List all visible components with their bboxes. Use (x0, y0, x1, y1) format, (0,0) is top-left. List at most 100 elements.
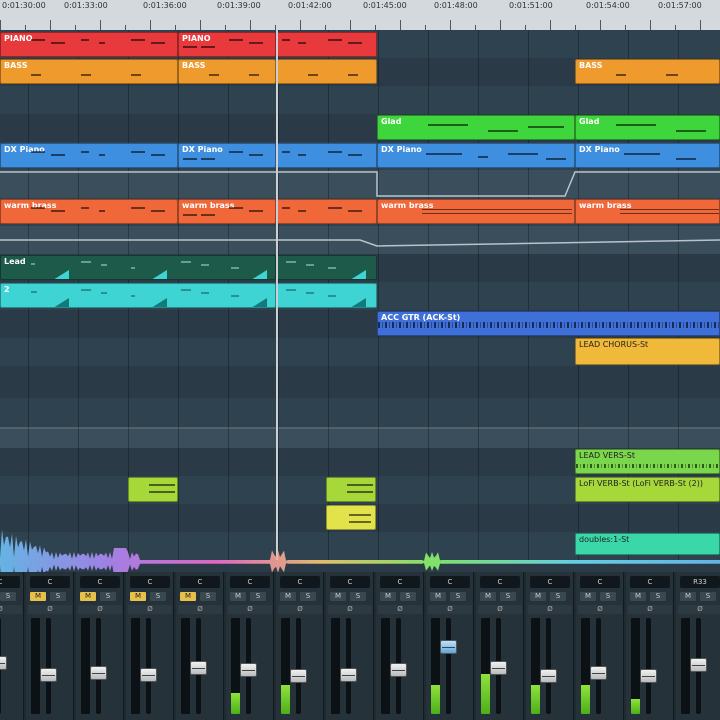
midi-clip-lead-2[interactable]: 2 (0, 283, 276, 308)
mute-button[interactable]: M (430, 592, 446, 601)
mute-button[interactable]: M (30, 592, 46, 601)
mixer-channel-strip[interactable]: CMSØ (526, 572, 574, 720)
midi-clip-warm-brass[interactable] (277, 199, 377, 224)
mixer-channel-strip[interactable]: CMSØ (426, 572, 474, 720)
volume-fader[interactable] (240, 663, 257, 677)
mute-button[interactable]: M (480, 592, 496, 601)
pan-knob[interactable]: C (30, 576, 70, 588)
phase-button[interactable]: Ø (378, 605, 422, 614)
solo-button[interactable]: S (450, 592, 466, 601)
mixer-channel-strip[interactable]: CMSØ (626, 572, 674, 720)
phase-button[interactable]: Ø (578, 605, 622, 614)
volume-fader[interactable] (640, 669, 657, 683)
pan-knob[interactable]: C (580, 576, 620, 588)
volume-fader[interactable] (0, 656, 7, 670)
phase-button[interactable]: Ø (528, 605, 572, 614)
mute-button[interactable]: M (680, 592, 696, 601)
audio-clip-doubles[interactable]: doubles:1-St (575, 533, 720, 555)
mute-button[interactable]: M (80, 592, 96, 601)
mixer-channel-strip[interactable]: CMSØ (276, 572, 324, 720)
phase-button[interactable]: Ø (178, 605, 222, 614)
volume-fader[interactable] (340, 668, 357, 682)
solo-button[interactable]: S (500, 592, 516, 601)
audio-clip-lead-chorus[interactable]: LEAD CHORUS-St (575, 338, 720, 365)
pan-knob[interactable]: C (530, 576, 570, 588)
volume-fader[interactable] (40, 668, 57, 682)
midi-clip-piano[interactable]: PIANO (0, 32, 178, 57)
mute-button[interactable]: M (230, 592, 246, 601)
solo-button[interactable]: S (600, 592, 616, 601)
mute-button[interactable]: M (330, 592, 346, 601)
midi-clip-glad[interactable]: Glad (575, 115, 720, 140)
solo-button[interactable]: S (250, 592, 266, 601)
mixer-channel-strip[interactable]: CMSØ (476, 572, 524, 720)
midi-clip-lead[interactable] (277, 255, 377, 280)
mixer-channel-strip[interactable]: CMSØ (176, 572, 224, 720)
volume-fader[interactable] (490, 661, 507, 675)
mute-button[interactable]: M (380, 592, 396, 601)
solo-button[interactable]: S (550, 592, 566, 601)
pan-knob[interactable]: C (0, 576, 20, 588)
automation-curve[interactable] (0, 170, 720, 198)
pan-knob[interactable]: C (380, 576, 420, 588)
midi-clip-dx-piano[interactable]: DX Piano (178, 143, 276, 168)
timeline-ruler[interactable]: 0:01:30:00 0:01:33:00 0:01:36:00 0:01:39… (0, 0, 720, 31)
volume-fader[interactable] (140, 668, 157, 682)
solo-button[interactable]: S (200, 592, 216, 601)
mixer-channel-strip[interactable]: CMSØ (76, 572, 124, 720)
pan-knob[interactable]: C (330, 576, 370, 588)
pan-knob[interactable]: C (480, 576, 520, 588)
audio-clip-small[interactable] (326, 477, 376, 502)
mute-button[interactable]: M (280, 592, 296, 601)
midi-clip-bass[interactable]: BASS (178, 59, 276, 84)
midi-clip-glad[interactable]: Glad (377, 115, 575, 140)
volume-fader[interactable] (590, 666, 607, 680)
automation-curve[interactable] (0, 226, 720, 254)
mute-button[interactable]: M (530, 592, 546, 601)
solo-button[interactable]: S (300, 592, 316, 601)
phase-button[interactable]: Ø (328, 605, 372, 614)
solo-button[interactable]: S (650, 592, 666, 601)
midi-clip-piano[interactable] (277, 32, 377, 57)
midi-clip-lead-2[interactable] (277, 283, 377, 308)
mixer-channel-strip[interactable]: R33 M S Ø (676, 572, 720, 720)
midi-clip-dx-piano[interactable]: DX Piano (0, 143, 178, 168)
mixer-channel-strip[interactable]: CMSØ (326, 572, 374, 720)
phase-button[interactable]: Ø (0, 605, 22, 614)
audio-clip-small[interactable] (128, 477, 178, 502)
volume-fader[interactable] (190, 661, 207, 675)
solo-button[interactable]: S (700, 592, 716, 601)
mixer-channel-strip[interactable]: CMSØ (376, 572, 424, 720)
mute-button[interactable]: M (630, 592, 646, 601)
pan-knob[interactable]: C (80, 576, 120, 588)
phase-button[interactable]: Ø (678, 605, 720, 614)
volume-fader[interactable] (540, 669, 557, 683)
pan-knob[interactable]: C (180, 576, 220, 588)
mute-button[interactable]: M (580, 592, 596, 601)
midi-clip-bass[interactable] (277, 59, 377, 84)
solo-button[interactable]: S (0, 592, 16, 601)
mixer-channel-strip[interactable]: CMSØ (126, 572, 174, 720)
solo-button[interactable]: S (50, 592, 66, 601)
midi-clip-dx-piano[interactable] (277, 143, 377, 168)
midi-clip-warm-brass[interactable]: warm brass (377, 199, 575, 224)
midi-clip-bass[interactable]: BASS (575, 59, 720, 84)
phase-button[interactable]: Ø (278, 605, 322, 614)
mixer-channel-strip[interactable]: CMSØ (26, 572, 74, 720)
pan-knob[interactable]: C (630, 576, 670, 588)
pan-knob[interactable]: C (230, 576, 270, 588)
solo-button[interactable]: S (350, 592, 366, 601)
midi-clip-lead[interactable]: Lead (0, 255, 276, 280)
volume-fader[interactable] (440, 640, 457, 654)
pan-knob[interactable]: R33 (680, 576, 720, 588)
phase-button[interactable]: Ø (628, 605, 672, 614)
pan-knob[interactable]: C (430, 576, 470, 588)
midi-clip-warm-brass[interactable]: warm brass (178, 199, 276, 224)
playhead-cursor[interactable] (276, 30, 278, 560)
audio-clip-small[interactable] (326, 505, 376, 530)
mixer-channel-strip[interactable]: CMSØ (576, 572, 624, 720)
mixer-panel[interactable]: CMSØCMSØCMSØCMSØCMSØCMSØCMSØCMSØCMSØCMSØ… (0, 572, 720, 720)
phase-button[interactable]: Ø (78, 605, 122, 614)
midi-clip-warm-brass[interactable]: warm brass (0, 199, 178, 224)
arrange-window[interactable]: PIANO PIANO BASS BASS BASS Glad Glad DX … (0, 30, 720, 560)
